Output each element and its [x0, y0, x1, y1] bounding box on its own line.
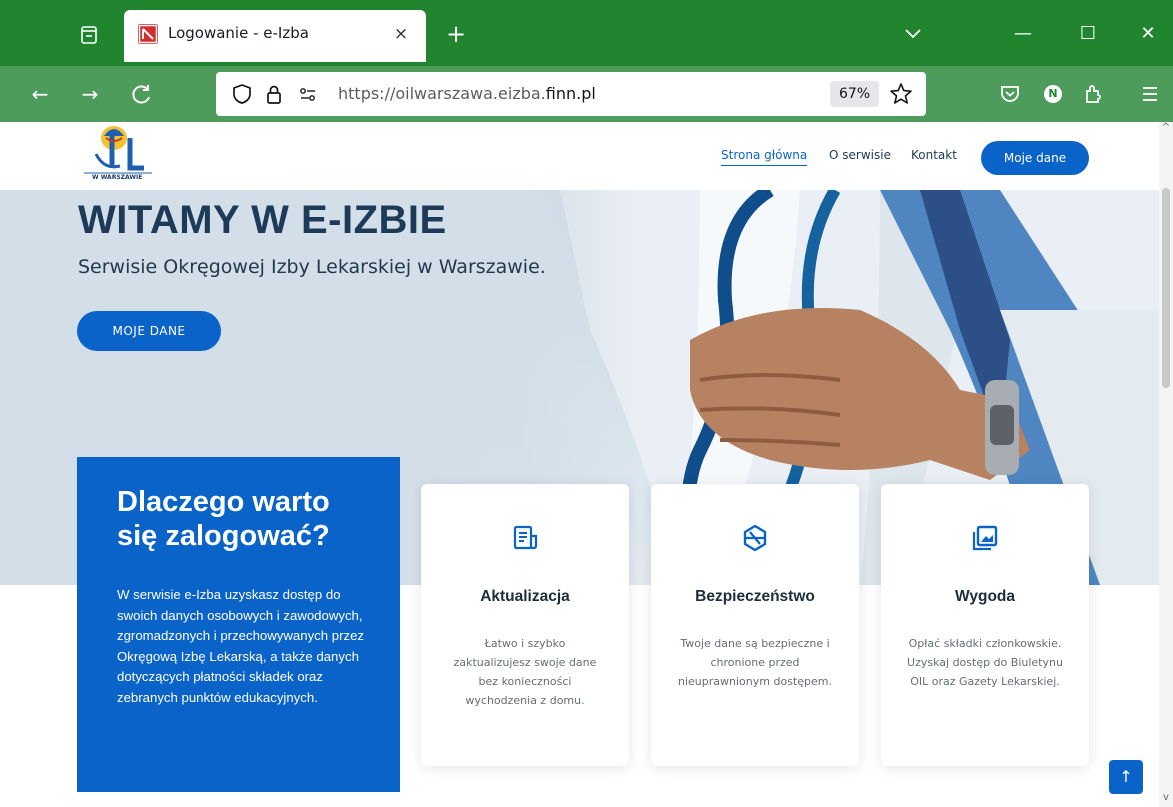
- browser-tab-bar: Logowanie - e-Izba × + — ☐ ✕: [0, 0, 1173, 66]
- nav-my-data-button[interactable]: Moje dane: [981, 141, 1089, 175]
- tracking-protection-shield-icon[interactable]: [230, 82, 254, 106]
- address-bar[interactable]: https://oilwarszawa.eizba.finn.pl 67%: [216, 72, 926, 116]
- oil-logo[interactable]: W WARSZAWIE: [82, 124, 154, 188]
- extensions-icon[interactable]: [1078, 78, 1110, 110]
- lock-icon[interactable]: [262, 82, 286, 106]
- card-title: Aktualizacja: [480, 588, 570, 605]
- site-header: W WARSZAWIE Strona główna O serwisie Kon…: [0, 122, 1159, 190]
- forward-arrow-icon[interactable]: →: [74, 78, 106, 110]
- hero-title: WITAMY W E-IZBIE: [78, 198, 447, 242]
- profile-initial: N: [1048, 87, 1058, 100]
- pocket-icon[interactable]: [994, 78, 1026, 110]
- feature-card-security: Bezpieczeństwo Twoje dane są bezpieczne …: [651, 484, 859, 766]
- why-login-text: W serwisie e-Izba uzyskasz dostęp do swo…: [117, 587, 365, 705]
- why-login-panel: Dlaczego warto się zalogować? W serwisie…: [77, 457, 400, 792]
- tab-list-icon[interactable]: [74, 20, 104, 50]
- hero-subtitle: Serwisie Okręgowej Izby Lekarskiej w War…: [78, 256, 546, 278]
- nav-contact-link[interactable]: Kontakt: [911, 148, 957, 162]
- window-minimize-button[interactable]: —: [1003, 18, 1043, 50]
- web-page: W WARSZAWIE Strona główna O serwisie Kon…: [0, 122, 1173, 807]
- tab-close-icon[interactable]: ×: [388, 21, 414, 47]
- url-text[interactable]: https://oilwarszawa.eizba.finn.pl: [338, 84, 596, 103]
- document-icon: [509, 522, 541, 554]
- nav-about-link[interactable]: O serwisie: [829, 148, 891, 162]
- card-text: Łatwo i szybko zaktualizujesz swoje dane…: [453, 637, 597, 707]
- list-all-tabs-icon[interactable]: [893, 18, 933, 50]
- menu-hamburger-icon[interactable]: [1134, 78, 1166, 110]
- card-text: Opłać składki członkowskie. Uzyskaj dost…: [907, 637, 1063, 688]
- window-close-button[interactable]: ✕: [1128, 18, 1168, 50]
- card-text: Twoje dane są bezpieczne i chronione prz…: [678, 637, 832, 688]
- card-title: Bezpieczeństwo: [695, 588, 815, 605]
- shield-hexagon-icon: [739, 522, 771, 554]
- page-scrollbar[interactable]: ^ v: [1159, 122, 1173, 807]
- feature-card-update: Aktualizacja Łatwo i szybko zaktualizuje…: [421, 484, 629, 766]
- profile-avatar[interactable]: N: [1037, 78, 1069, 110]
- browser-tab-active[interactable]: Logowanie - e-Izba ×: [124, 10, 426, 62]
- feature-card-convenience: Wygoda Opłać składki członkowskie. Uzysk…: [881, 484, 1089, 766]
- browser-nav-bar: ← → https://oilwarszawa.eizba.finn.pl 67…: [0, 66, 1173, 122]
- site-favicon-icon: [138, 24, 158, 44]
- nav-home-link[interactable]: Strona główna: [721, 148, 808, 166]
- why-login-title: Dlaczego warto się zalogować?: [117, 486, 330, 552]
- permissions-icon[interactable]: [296, 82, 320, 106]
- url-prefix: https://oilwarszawa.eizba.: [338, 84, 546, 103]
- reload-icon[interactable]: [126, 78, 158, 110]
- bookmark-star-icon[interactable]: [888, 81, 914, 107]
- tab-title: Logowanie - e-Izba: [168, 24, 309, 42]
- card-title: Wygoda: [955, 588, 1015, 605]
- logo-text: W WARSZAWIE: [92, 174, 143, 181]
- back-to-top-button[interactable]: ↑: [1109, 760, 1143, 794]
- image-frame-icon: [969, 522, 1001, 554]
- scroll-thumb[interactable]: [1162, 188, 1170, 388]
- url-domain: finn.pl: [545, 84, 596, 103]
- zoom-level-badge[interactable]: 67%: [830, 81, 880, 107]
- back-arrow-icon[interactable]: ←: [24, 78, 56, 110]
- window-maximize-button[interactable]: ☐: [1068, 18, 1108, 50]
- hero-my-data-button[interactable]: MOJE DANE: [77, 311, 221, 351]
- scroll-down-arrow-icon[interactable]: v: [1161, 792, 1171, 806]
- scroll-up-arrow-icon[interactable]: ^: [1161, 122, 1171, 136]
- new-tab-button[interactable]: +: [440, 18, 472, 50]
